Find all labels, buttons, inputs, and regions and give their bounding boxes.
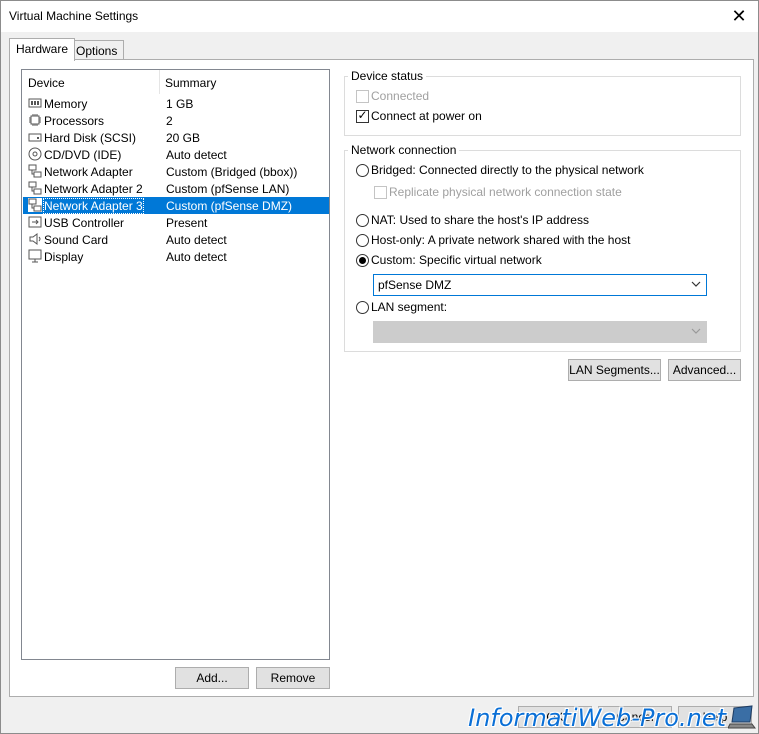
add-device-button[interactable]: Add...: [175, 667, 249, 689]
device-name: Memory: [44, 97, 88, 111]
device-summary: Auto detect: [166, 233, 227, 247]
device-name: CD/DVD (IDE): [44, 148, 122, 162]
lan-segments-button[interactable]: LAN Segments...: [568, 359, 661, 381]
sound-card-icon: [29, 233, 41, 245]
title-bar: Virtual Machine Settings ✕: [1, 1, 758, 32]
host-only-radio[interactable]: [356, 234, 369, 247]
lan-segment-radio[interactable]: [356, 301, 369, 314]
add-device-label: Add...: [196, 671, 228, 685]
device-column-header[interactable]: Device: [28, 76, 65, 90]
column-separator[interactable]: [159, 70, 160, 94]
tab-hardware-label: Hardware: [16, 42, 69, 56]
tab-options-label: Options: [76, 44, 118, 58]
display-icon: [28, 249, 42, 263]
device-summary: Auto detect: [166, 148, 227, 162]
device-name: Sound Card: [44, 233, 109, 247]
laptop-logo-icon: [728, 705, 756, 729]
connected-checkbox[interactable]: [356, 90, 369, 103]
device-name: Network Adapter: [44, 165, 133, 179]
summary-column-header[interactable]: Summary: [165, 76, 216, 90]
device-summary: 1 GB: [166, 97, 194, 111]
device-list[interactable]: Device Summary Memory 1 GB Processors 2 …: [21, 69, 330, 660]
connect-at-power-on-label: Connect at power on: [371, 109, 482, 123]
watermark-text: InformatiWeb-Pro.net: [468, 704, 726, 732]
remove-device-label: Remove: [270, 671, 316, 685]
device-row-processors[interactable]: Processors 2: [23, 112, 329, 129]
device-summary: Auto detect: [166, 250, 227, 264]
hardware-tab-panel: Device Summary Memory 1 GB Processors 2 …: [9, 59, 754, 697]
lan-segment-select[interactable]: [373, 321, 707, 343]
tab-options[interactable]: Options: [69, 40, 125, 61]
chevron-down-icon: [691, 281, 701, 287]
device-summary: Custom (pfSense LAN): [166, 182, 290, 196]
device-name: Display: [44, 250, 84, 264]
custom-network-select[interactable]: pfSense DMZ: [373, 274, 707, 296]
chevron-down-icon: [691, 328, 701, 334]
replicate-state-checkbox[interactable]: [374, 186, 387, 199]
device-name: Hard Disk (SCSI): [44, 131, 137, 145]
device-row-network-adapter-2[interactable]: Network Adapter 2 Custom (pfSense LAN): [23, 180, 329, 197]
device-name: Network Adapter 3: [43, 198, 144, 214]
nat-label: NAT: Used to share the host's IP address: [371, 213, 589, 227]
device-row-hard-disk[interactable]: Hard Disk (SCSI) 20 GB: [23, 129, 329, 146]
processor-icon: [29, 114, 41, 126]
device-summary: Present: [166, 216, 208, 230]
device-status-group: [344, 76, 741, 136]
device-row-network-adapter[interactable]: Network Adapter Custom (Bridged (bbox)): [23, 163, 329, 180]
network-adapter-icon: [28, 181, 42, 195]
device-status-title: Device status: [348, 69, 427, 83]
device-summary: Custom (Bridged (bbox)): [166, 165, 298, 179]
advanced-button[interactable]: Advanced...: [668, 359, 741, 381]
device-name: Network Adapter 2: [44, 182, 143, 196]
bridged-label: Bridged: Connected directly to the physi…: [371, 163, 644, 177]
custom-label: Custom: Specific virtual network: [371, 253, 542, 267]
device-summary: 2: [166, 114, 173, 128]
virtual-machine-settings-window: Virtual Machine Settings ✕ Hardware Opti…: [0, 0, 759, 734]
device-row-cd-dvd[interactable]: CD/DVD (IDE) Auto detect: [23, 146, 329, 163]
tab-hardware[interactable]: Hardware: [9, 38, 76, 61]
remove-device-button[interactable]: Remove: [256, 667, 330, 689]
device-row-display[interactable]: Display Auto detect: [23, 248, 329, 265]
connect-at-power-on-checkbox[interactable]: ✓: [356, 108, 369, 123]
custom-network-value: pfSense DMZ: [378, 278, 452, 292]
device-list-header: Device Summary: [22, 70, 329, 94]
hard-disk-icon: [28, 133, 42, 142]
device-name: USB Controller: [44, 216, 125, 230]
window-title: Virtual Machine Settings: [9, 9, 139, 23]
cd-dvd-icon: [28, 147, 42, 161]
close-icon[interactable]: ✕: [728, 5, 750, 27]
lan-segment-label: LAN segment:: [371, 300, 448, 314]
usb-icon: [28, 216, 42, 228]
network-adapter-icon: [28, 164, 42, 178]
bridged-radio[interactable]: [356, 164, 369, 177]
lan-segments-label: LAN Segments...: [569, 363, 660, 377]
nat-radio[interactable]: [356, 214, 369, 227]
custom-radio[interactable]: [356, 254, 369, 267]
device-summary: Custom (pfSense DMZ): [166, 199, 293, 213]
device-row-sound-card[interactable]: Sound Card Auto detect: [23, 231, 329, 248]
device-name: Processors: [44, 114, 105, 128]
connected-label: Connected: [371, 89, 430, 103]
device-row-usb-controller[interactable]: USB Controller Present: [23, 214, 329, 231]
device-summary: 20 GB: [166, 131, 201, 145]
advanced-label: Advanced...: [672, 363, 737, 377]
network-adapter-icon: [28, 198, 42, 212]
host-only-label: Host-only: A private network shared with…: [371, 233, 631, 247]
device-row-memory[interactable]: Memory 1 GB: [23, 95, 329, 112]
replicate-state-label: Replicate physical network connection st…: [389, 185, 622, 199]
network-connection-title: Network connection: [348, 143, 460, 157]
device-row-network-adapter-3[interactable]: Network Adapter 3 Custom (pfSense DMZ): [23, 197, 329, 214]
memory-icon: [28, 98, 42, 108]
